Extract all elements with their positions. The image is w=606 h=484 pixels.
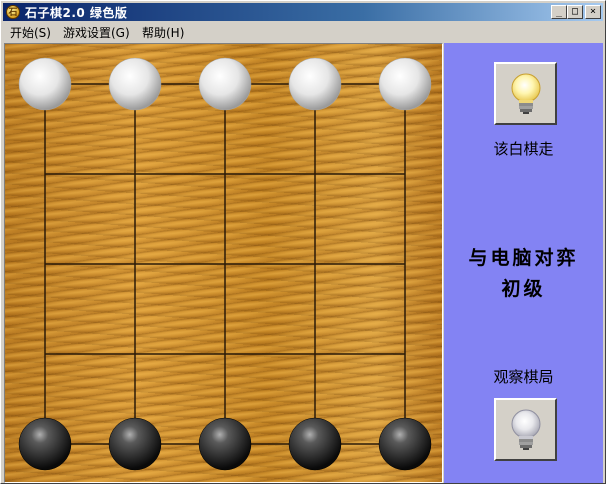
black-stone[interactable]: [288, 417, 342, 471]
lit-bulb-icon: [511, 73, 541, 114]
maximize-icon: □: [571, 6, 579, 17]
maximize-button[interactable]: □: [567, 5, 583, 19]
game-board[interactable]: [5, 44, 442, 482]
turn-indicator-button[interactable]: [494, 62, 557, 125]
white-stone[interactable]: [108, 57, 162, 111]
black-stone[interactable]: [18, 417, 72, 471]
minimize-icon: _: [555, 6, 563, 17]
white-stone[interactable]: [198, 57, 252, 111]
board-frame: [4, 43, 443, 483]
close-button[interactable]: ×: [585, 5, 601, 19]
white-stone[interactable]: [378, 57, 432, 111]
side-panel: 该白棋走 与电脑对弈 初级 观察棋局: [444, 43, 603, 483]
menu-help[interactable]: 帮助(H): [142, 24, 184, 41]
black-stone[interactable]: [108, 417, 162, 471]
menu-start[interactable]: 开始(S): [10, 24, 51, 41]
black-stone[interactable]: [198, 417, 252, 471]
white-stone[interactable]: [18, 57, 72, 111]
window-title: 石子棋2.0 绿色版: [25, 6, 128, 20]
app-window: 石 石子棋2.0 绿色版 _ □ × 开始(S) 游戏设置(G) 帮助(H) 该…: [0, 0, 606, 484]
app-icon[interactable]: 石: [6, 5, 20, 19]
menu-game-settings[interactable]: 游戏设置(G): [63, 24, 130, 41]
app-icon-glyph: 石: [8, 8, 18, 18]
black-stone[interactable]: [378, 417, 432, 471]
close-icon: ×: [589, 6, 597, 17]
turn-status: 该白棋走: [493, 140, 554, 158]
unlit-bulb-icon: [511, 409, 541, 450]
mode-line-1: 与电脑对弈: [468, 247, 579, 269]
mode-line-2: 初级: [501, 278, 546, 300]
title-bar[interactable]: 石 石子棋2.0 绿色版 _ □ ×: [3, 3, 603, 21]
minimize-button[interactable]: _: [551, 5, 567, 19]
white-stone[interactable]: [288, 57, 342, 111]
observe-button[interactable]: [494, 398, 557, 461]
menu-bar: 开始(S) 游戏设置(G) 帮助(H): [3, 22, 603, 41]
observe-label: 观察棋局: [493, 368, 554, 386]
board-canvas[interactable]: [5, 44, 442, 482]
